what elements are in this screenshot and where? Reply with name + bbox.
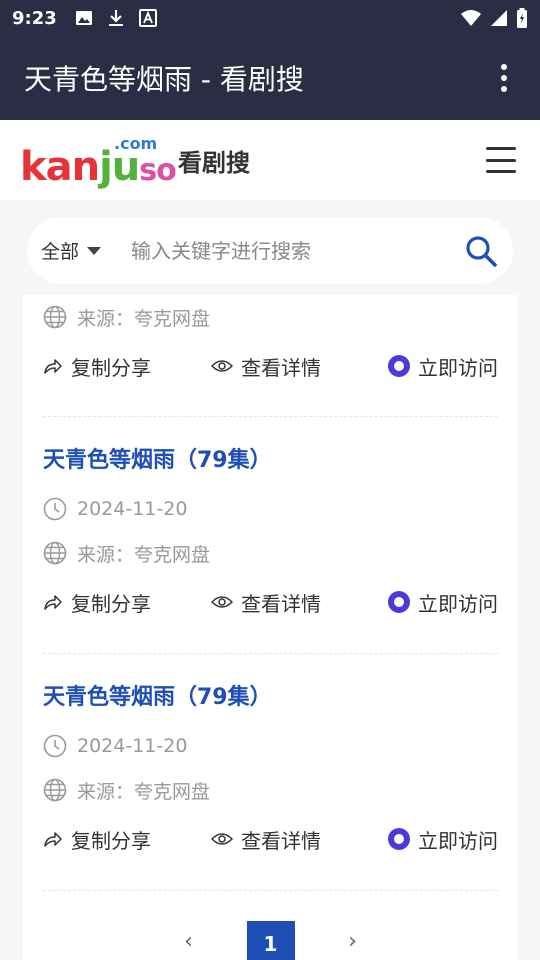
result-title-link[interactable]: 天青色等烟雨（79集） <box>43 678 498 718</box>
result-title-link[interactable]: 天青色等烟雨（79集） <box>43 441 498 481</box>
date-row: 2024-11-20 <box>43 724 498 768</box>
more-vert-icon[interactable] <box>492 58 516 98</box>
globe-icon <box>43 778 67 802</box>
search-bar: 全部 <box>27 217 513 284</box>
status-system-icons <box>460 8 528 28</box>
source-row: 来源：夸克网盘 <box>43 295 498 339</box>
visit-icon <box>388 591 410 613</box>
signal-icon <box>491 10 507 26</box>
page-current[interactable]: 1 <box>246 921 295 960</box>
image-icon <box>75 11 92 25</box>
visit-now-button[interactable]: 立即访问 <box>388 352 498 381</box>
result-card: 天青色等烟雨（79集） 2024-11-20 来源：夸克网盘 复制分享 查看详情… <box>43 441 498 629</box>
result-actions: 复制分享 查看详情 立即访问 <box>43 339 498 393</box>
date-row: 2024-11-20 <box>43 487 498 531</box>
share-icon <box>44 359 62 374</box>
site-header: kanjuso .com 看剧搜 <box>0 120 540 200</box>
eye-icon <box>211 596 233 608</box>
result-card: 天青色等烟雨（79集） 2024-11-20 来源：夸克网盘 复制分享 查看详情… <box>43 678 498 866</box>
globe-icon <box>43 541 67 565</box>
copy-share-button[interactable]: 复制分享 <box>43 588 211 617</box>
eye-icon <box>211 360 233 372</box>
battery-icon <box>517 8 527 28</box>
eye-icon <box>211 833 233 845</box>
search-input[interactable] <box>131 238 463 263</box>
status-bar: 9:23 <box>0 0 540 36</box>
page-next-button[interactable]: › <box>333 929 373 954</box>
view-detail-button[interactable]: 查看详情 <box>211 352 379 381</box>
caret-down-icon <box>87 246 102 255</box>
search-icon[interactable] <box>463 233 499 269</box>
font-icon <box>138 9 157 27</box>
clock-icon <box>43 497 67 521</box>
source-text: 来源：夸克网盘 <box>77 307 211 330</box>
globe-icon <box>43 305 67 329</box>
date-text: 2024-11-20 <box>77 498 188 520</box>
search-scope-dropdown[interactable]: 全部 <box>41 237 102 264</box>
search-scope-label: 全部 <box>41 241 80 263</box>
app-title: 天青色等烟雨 - 看剧搜 <box>24 63 304 96</box>
divider <box>43 653 498 654</box>
download-icon <box>108 10 123 26</box>
pagination: ‹ 1 › <box>23 921 518 960</box>
copy-share-button[interactable]: 复制分享 <box>43 825 211 854</box>
wifi-icon <box>461 10 481 26</box>
source-row: 来源：夸克网盘 <box>43 768 498 812</box>
divider <box>43 890 498 891</box>
site-name: 看剧搜 <box>178 148 250 177</box>
visit-now-button[interactable]: 立即访问 <box>388 588 498 617</box>
visit-now-button[interactable]: 立即访问 <box>388 825 498 854</box>
source-text: 来源：夸克网盘 <box>77 543 211 566</box>
results-list: 来源：夸克网盘 复制分享 查看详情 立即访问 天青色等烟雨（79集） 2024-… <box>23 295 518 960</box>
result-card: 来源：夸克网盘 复制分享 查看详情 立即访问 <box>43 295 498 393</box>
source-text: 来源：夸克网盘 <box>77 780 211 803</box>
status-time: 9:23 <box>12 7 57 29</box>
page-prev-button[interactable]: ‹ <box>169 929 209 954</box>
app-bar: 天青色等烟雨 - 看剧搜 <box>0 36 540 120</box>
copy-share-button[interactable]: 复制分享 <box>43 352 211 381</box>
result-actions: 复制分享 查看详情 立即访问 <box>43 812 498 866</box>
source-row: 来源：夸克网盘 <box>43 531 498 575</box>
date-text: 2024-11-20 <box>77 735 188 757</box>
site-logo[interactable]: kanjuso .com <box>20 130 177 190</box>
hamburger-icon[interactable] <box>486 147 520 173</box>
clock-icon <box>43 734 67 758</box>
visit-icon <box>388 828 410 850</box>
divider <box>43 416 498 417</box>
visit-icon <box>388 355 410 377</box>
share-icon <box>44 595 62 610</box>
share-icon <box>44 832 62 847</box>
result-actions: 复制分享 查看详情 立即访问 <box>43 575 498 629</box>
status-notification-icons <box>75 9 157 27</box>
view-detail-button[interactable]: 查看详情 <box>211 588 379 617</box>
view-detail-button[interactable]: 查看详情 <box>211 825 379 854</box>
